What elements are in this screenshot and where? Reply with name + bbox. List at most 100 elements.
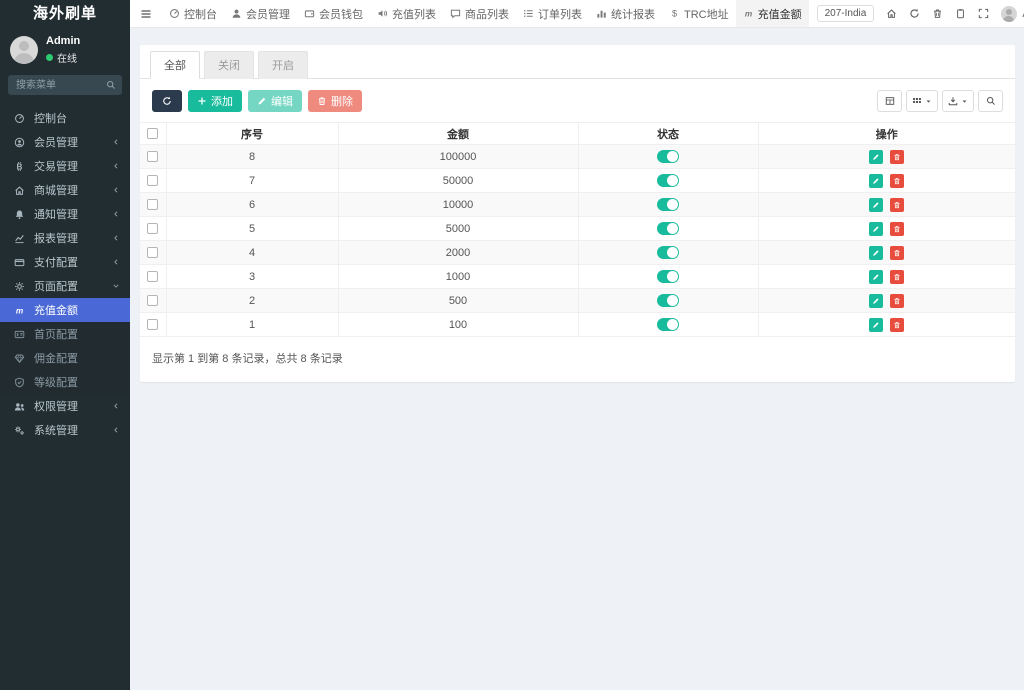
status-toggle[interactable] (657, 174, 679, 187)
status-toggle[interactable] (657, 246, 679, 259)
row-edit-button[interactable] (869, 174, 883, 188)
export-button[interactable] (942, 90, 974, 112)
status-toggle[interactable] (657, 294, 679, 307)
fullscreen-icon[interactable] (978, 8, 989, 19)
row-edit-button[interactable] (869, 318, 883, 332)
delete-button[interactable]: 删除 (308, 90, 362, 112)
menu-toggle-icon[interactable] (130, 0, 162, 27)
sidebar-item[interactable]: 商城管理 (0, 178, 130, 202)
select-all-checkbox[interactable] (147, 128, 158, 139)
menu-search-input[interactable] (8, 75, 122, 95)
row-delete-button[interactable] (890, 150, 904, 164)
list-icon (523, 8, 534, 19)
row-checkbox[interactable] (147, 247, 158, 258)
sidebar-item[interactable]: 页面配置 (0, 274, 130, 298)
column-header-status[interactable]: 状态 (578, 123, 758, 145)
toggle-view-button[interactable] (877, 90, 902, 112)
home-icon[interactable] (886, 8, 897, 19)
topnav-tab[interactable]: 订单列表 (516, 0, 589, 27)
sidebar-item[interactable]: 等级配置 (0, 370, 130, 394)
shield-icon (14, 377, 28, 388)
search-icon (986, 96, 996, 106)
row-checkbox[interactable] (147, 295, 158, 306)
sidebar-menu: 控制台 会员管理 B 交易管理 商城管理 (0, 106, 130, 442)
table-header-row: 序号 金额 状态 操作 (140, 123, 1015, 145)
row-checkbox[interactable] (147, 199, 158, 210)
sidebar-item[interactable]: 通知管理 (0, 202, 130, 226)
row-checkbox[interactable] (147, 151, 158, 162)
add-button[interactable]: 添加 (188, 90, 242, 112)
sidebar-item[interactable]: B 交易管理 (0, 154, 130, 178)
status-toggle[interactable] (657, 222, 679, 235)
row-checkbox[interactable] (147, 271, 158, 282)
filter-tab[interactable]: 关闭 (204, 51, 254, 79)
gear-icon (14, 281, 28, 292)
bell-icon (14, 209, 28, 220)
row-edit-button[interactable] (869, 198, 883, 212)
row-checkbox[interactable] (147, 319, 158, 330)
row-edit-button[interactable] (869, 270, 883, 284)
sidebar-item[interactable]: 系统管理 (0, 418, 130, 442)
topnav-tab[interactable]: m 充值金额 (736, 0, 809, 27)
row-delete-button[interactable] (890, 246, 904, 260)
filter-tab[interactable]: 开启 (258, 51, 308, 79)
sidebar-item[interactable]: 控制台 (0, 106, 130, 130)
trash-icon (893, 153, 901, 161)
row-edit-button[interactable] (869, 246, 883, 260)
paste-icon[interactable] (955, 8, 966, 19)
row-checkbox[interactable] (147, 175, 158, 186)
refresh-button[interactable] (152, 90, 182, 112)
row-delete-button[interactable] (890, 198, 904, 212)
admin-menu[interactable]: Admin (1001, 6, 1024, 22)
row-edit-button[interactable] (869, 294, 883, 308)
row-delete-button[interactable] (890, 294, 904, 308)
sidebar-item[interactable]: 支付配置 (0, 250, 130, 274)
row-delete-button[interactable] (890, 318, 904, 332)
column-header-ops[interactable]: 操作 (758, 123, 1015, 145)
transaction-icon: B (14, 161, 28, 172)
sidebar-item[interactable]: 首页配置 (0, 322, 130, 346)
topnav-tab[interactable]: 统计报表 (589, 0, 662, 27)
cell-seq: 8 (166, 145, 338, 169)
chevron-left-icon (112, 186, 120, 194)
filter-tab[interactable]: 全部 (150, 51, 200, 79)
status-toggle[interactable] (657, 318, 679, 331)
cell-amount: 10000 (338, 193, 578, 217)
topnav-tab[interactable]: 会员钱包 (297, 0, 370, 27)
row-delete-button[interactable] (890, 270, 904, 284)
pencil-icon (872, 249, 880, 257)
cell-amount: 500 (338, 289, 578, 313)
topnav: 控制台 会员管理 会员钱包 充值列表 商品列表 (130, 0, 1024, 28)
sidebar-item[interactable]: m 充值金额 (0, 298, 130, 322)
sidebar-item[interactable]: 权限管理 (0, 394, 130, 418)
sidebar-item[interactable]: 佣金配置 (0, 346, 130, 370)
status-toggle[interactable] (657, 198, 679, 211)
table-row: 1 100 (140, 313, 1015, 337)
topnav-tab[interactable]: 充值列表 (370, 0, 443, 27)
row-edit-button[interactable] (869, 150, 883, 164)
column-header-amount[interactable]: 金额 (338, 123, 578, 145)
column-header-seq[interactable]: 序号 (166, 123, 338, 145)
row-delete-button[interactable] (890, 174, 904, 188)
search-button[interactable] (978, 90, 1003, 112)
region-badge[interactable]: 207-India (817, 5, 875, 22)
status-toggle[interactable] (657, 150, 679, 163)
chevron-left-icon (112, 234, 120, 242)
topnav-tab[interactable]: $ TRC地址 (662, 0, 736, 27)
sidebar-item[interactable]: 报表管理 (0, 226, 130, 250)
edit-button[interactable]: 编辑 (248, 90, 302, 112)
row-delete-button[interactable] (890, 222, 904, 236)
trash-icon[interactable] (932, 8, 943, 19)
columns-button[interactable] (906, 90, 938, 112)
row-checkbox[interactable] (147, 223, 158, 234)
refresh-icon[interactable] (909, 8, 920, 19)
sidebar-item[interactable]: 会员管理 (0, 130, 130, 154)
status-toggle[interactable] (657, 270, 679, 283)
topnav-tab[interactable]: 商品列表 (443, 0, 516, 27)
row-edit-button[interactable] (869, 222, 883, 236)
chevron-left-icon (112, 162, 120, 170)
trash-icon (893, 177, 901, 185)
filter-tabs: 全部 关闭 开启 (140, 45, 1015, 79)
topnav-tab[interactable]: 控制台 (162, 0, 224, 27)
topnav-tab[interactable]: 会员管理 (224, 0, 297, 27)
